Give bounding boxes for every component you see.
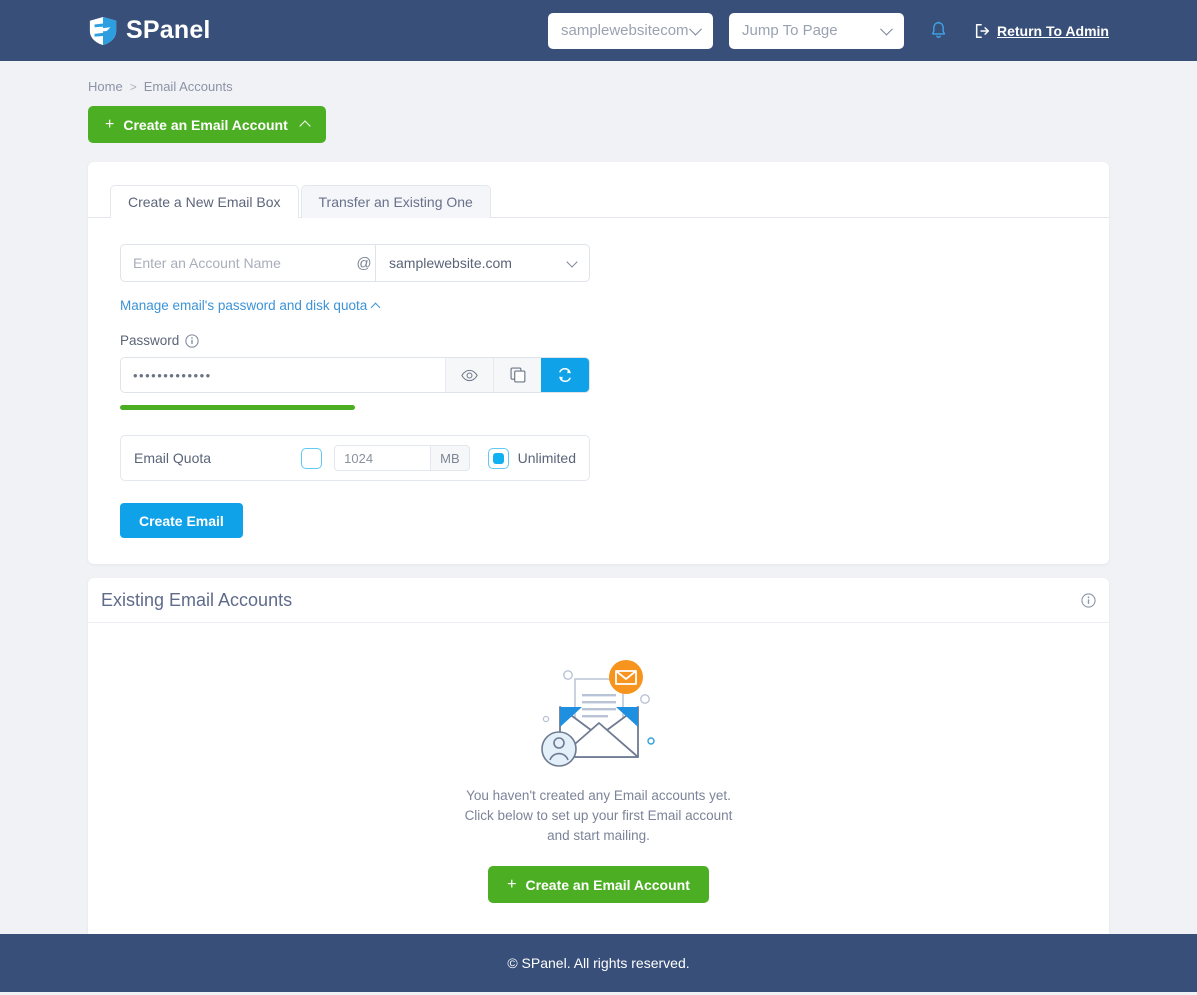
chevron-down-icon <box>566 256 578 268</box>
header-right-controls: samplewebsitecom Jump To Page Return To … <box>548 0 1109 61</box>
manage-password-quota-link[interactable]: Manage email's password and disk quota <box>120 298 381 313</box>
quota-custom-radio[interactable] <box>301 447 323 469</box>
notifications-button[interactable] <box>926 18 950 44</box>
page-footer: © SPanel. All rights reserved. <box>0 934 1197 992</box>
password-input[interactable] <box>121 358 445 392</box>
breadcrumb: Home > Email Accounts <box>0 61 1197 94</box>
quota-unlimited-group: Unlimited <box>487 447 576 469</box>
top-header-bar: SPanel samplewebsitecom Jump To Page Ret… <box>0 0 1197 61</box>
logout-icon <box>975 23 989 38</box>
quota-unit-label: MB <box>430 445 470 471</box>
site-select[interactable]: samplewebsitecom <box>548 12 713 49</box>
tab-bar-filler <box>490 185 1087 218</box>
domain-select[interactable]: samplewebsite.com <box>375 245 589 281</box>
radio-selected-dot <box>492 452 504 464</box>
existing-accounts-title: Existing Email Accounts <box>101 589 293 610</box>
info-icon[interactable] <box>1081 592 1096 608</box>
jump-to-page-value: Jump To Page <box>742 22 838 39</box>
plus-icon: + <box>105 115 115 133</box>
footer-copyright: © SPanel. All rights reserved. <box>507 955 690 971</box>
email-quota-row: Email Quota MB Unlimited <box>120 435 590 481</box>
quota-unlimited-label: Unlimited <box>517 450 576 466</box>
generate-password-button[interactable] <box>541 358 589 392</box>
chevron-down-icon <box>689 22 702 36</box>
return-to-admin-link[interactable]: Return To Admin <box>974 23 1109 39</box>
bell-icon <box>931 21 945 38</box>
brand-name: SPanel <box>126 16 211 44</box>
password-label: Password <box>120 333 180 348</box>
toggle-password-visibility-button[interactable] <box>445 358 493 392</box>
copy-password-button[interactable] <box>493 358 541 392</box>
info-icon[interactable] <box>185 333 199 348</box>
empty-state-create-account-button[interactable]: + Create an Email Account <box>488 866 709 903</box>
existing-email-accounts-card: Existing Email Accounts You haven't crea… <box>88 578 1109 949</box>
return-to-admin-label: Return To Admin <box>997 22 1109 39</box>
account-name-input[interactable] <box>121 245 353 281</box>
plus-icon: + <box>507 875 517 893</box>
eye-icon <box>461 369 478 381</box>
manage-password-quota-label: Manage email's password and disk quota <box>120 298 368 313</box>
empty-state: You haven't created any Email accounts y… <box>88 623 1109 949</box>
quota-amount-input[interactable] <box>334 445 431 471</box>
empty-state-text: You haven't created any Email accounts y… <box>464 788 733 843</box>
breadcrumb-home[interactable]: Home <box>88 79 123 94</box>
tab-transfer-existing-one-label: Transfer an Existing One <box>318 194 473 210</box>
create-email-account-toggle-button[interactable]: + Create an Email Account <box>88 106 326 143</box>
create-email-card: Create a New Email Box Transfer an Exist… <box>88 162 1109 564</box>
tab-create-new-email-box[interactable]: Create a New Email Box <box>110 185 299 218</box>
jump-to-page-select[interactable]: Jump To Page <box>729 12 904 49</box>
empty-state-create-account-label: Create an Email Account <box>525 876 690 893</box>
existing-accounts-header: Existing Email Accounts <box>88 578 1109 623</box>
password-strength-bar <box>120 405 355 410</box>
password-label-row: Password <box>120 333 1077 348</box>
domain-select-value: samplewebsite.com <box>389 255 512 271</box>
create-email-form: @ samplewebsite.com Manage email's passw… <box>88 218 1109 538</box>
tab-bar: Create a New Email Box Transfer an Exist… <box>88 162 1109 218</box>
at-symbol-icon: @ <box>356 254 372 272</box>
brand-logo-group: SPanel <box>88 16 211 46</box>
breadcrumb-separator: > <box>129 79 137 94</box>
chevron-up-icon <box>299 120 311 132</box>
copy-icon <box>509 367 525 383</box>
chevron-up-icon <box>370 302 381 312</box>
empty-mailbox-illustration <box>540 660 655 767</box>
account-name-row: @ samplewebsite.com <box>120 244 590 282</box>
email-quota-label: Email Quota <box>134 450 212 466</box>
refresh-icon <box>559 367 571 383</box>
password-input-row <box>120 357 590 393</box>
create-email-account-toggle-label: Create an Email Account <box>123 116 288 133</box>
breadcrumb-current: Email Accounts <box>143 79 233 94</box>
tab-transfer-existing-one[interactable]: Transfer an Existing One <box>300 185 491 218</box>
create-email-submit-button[interactable]: Create Email <box>120 503 243 538</box>
site-select-value: samplewebsitecom <box>561 22 689 39</box>
chevron-down-icon <box>880 22 893 36</box>
spanel-shield-icon <box>89 16 117 45</box>
tab-create-new-email-box-label: Create a New Email Box <box>128 193 281 210</box>
quota-unlimited-radio[interactable] <box>487 447 509 469</box>
